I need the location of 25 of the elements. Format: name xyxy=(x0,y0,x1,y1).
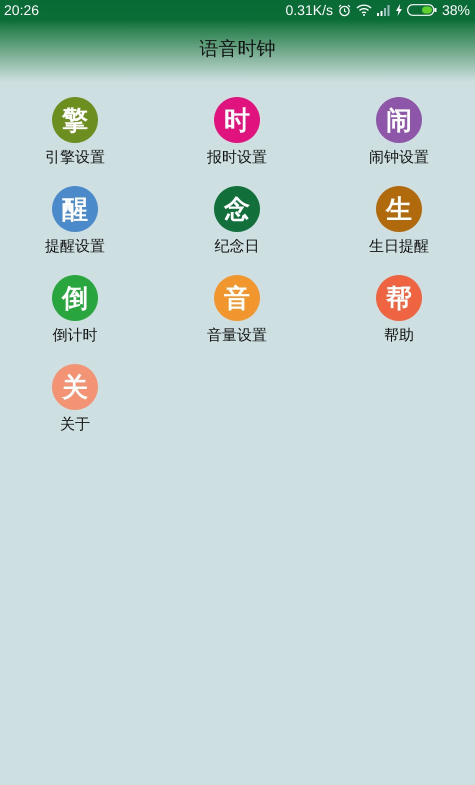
alarm-clock-icon xyxy=(338,4,351,16)
menu-label[interactable]: 倒计时 xyxy=(52,326,98,345)
battery-percent: 38% xyxy=(442,2,470,18)
network-speed: 0.31K/s xyxy=(285,2,333,18)
wifi-icon xyxy=(356,4,372,16)
menu-icon[interactable]: 闹 xyxy=(376,97,422,143)
menu-icon[interactable]: 念 xyxy=(214,186,260,232)
menu-label[interactable]: 生日提醒 xyxy=(369,237,429,256)
charging-icon xyxy=(396,4,402,16)
menu-label[interactable]: 帮助 xyxy=(384,326,414,345)
menu-icon[interactable]: 时 xyxy=(214,97,260,143)
menu-label[interactable]: 关于 xyxy=(60,415,90,434)
battery-icon xyxy=(406,4,437,16)
menu-label[interactable]: 提醒设置 xyxy=(45,237,105,256)
app-title: 语音时钟 xyxy=(198,37,276,62)
menu-icon[interactable]: 擎 xyxy=(52,97,98,143)
menu-label[interactable]: 纪念日 xyxy=(214,237,260,256)
menu-label[interactable]: 报时设置 xyxy=(207,148,267,167)
signal-icon xyxy=(376,4,391,16)
menu-label[interactable]: 闹钟设置 xyxy=(369,148,429,167)
menu-label[interactable]: 引擎设置 xyxy=(45,148,105,167)
status-time: 20:26 xyxy=(4,2,40,18)
menu-icon[interactable]: 生 xyxy=(376,186,422,232)
menu-icon[interactable]: 醒 xyxy=(52,186,98,232)
menu-label[interactable]: 音量设置 xyxy=(207,326,267,345)
